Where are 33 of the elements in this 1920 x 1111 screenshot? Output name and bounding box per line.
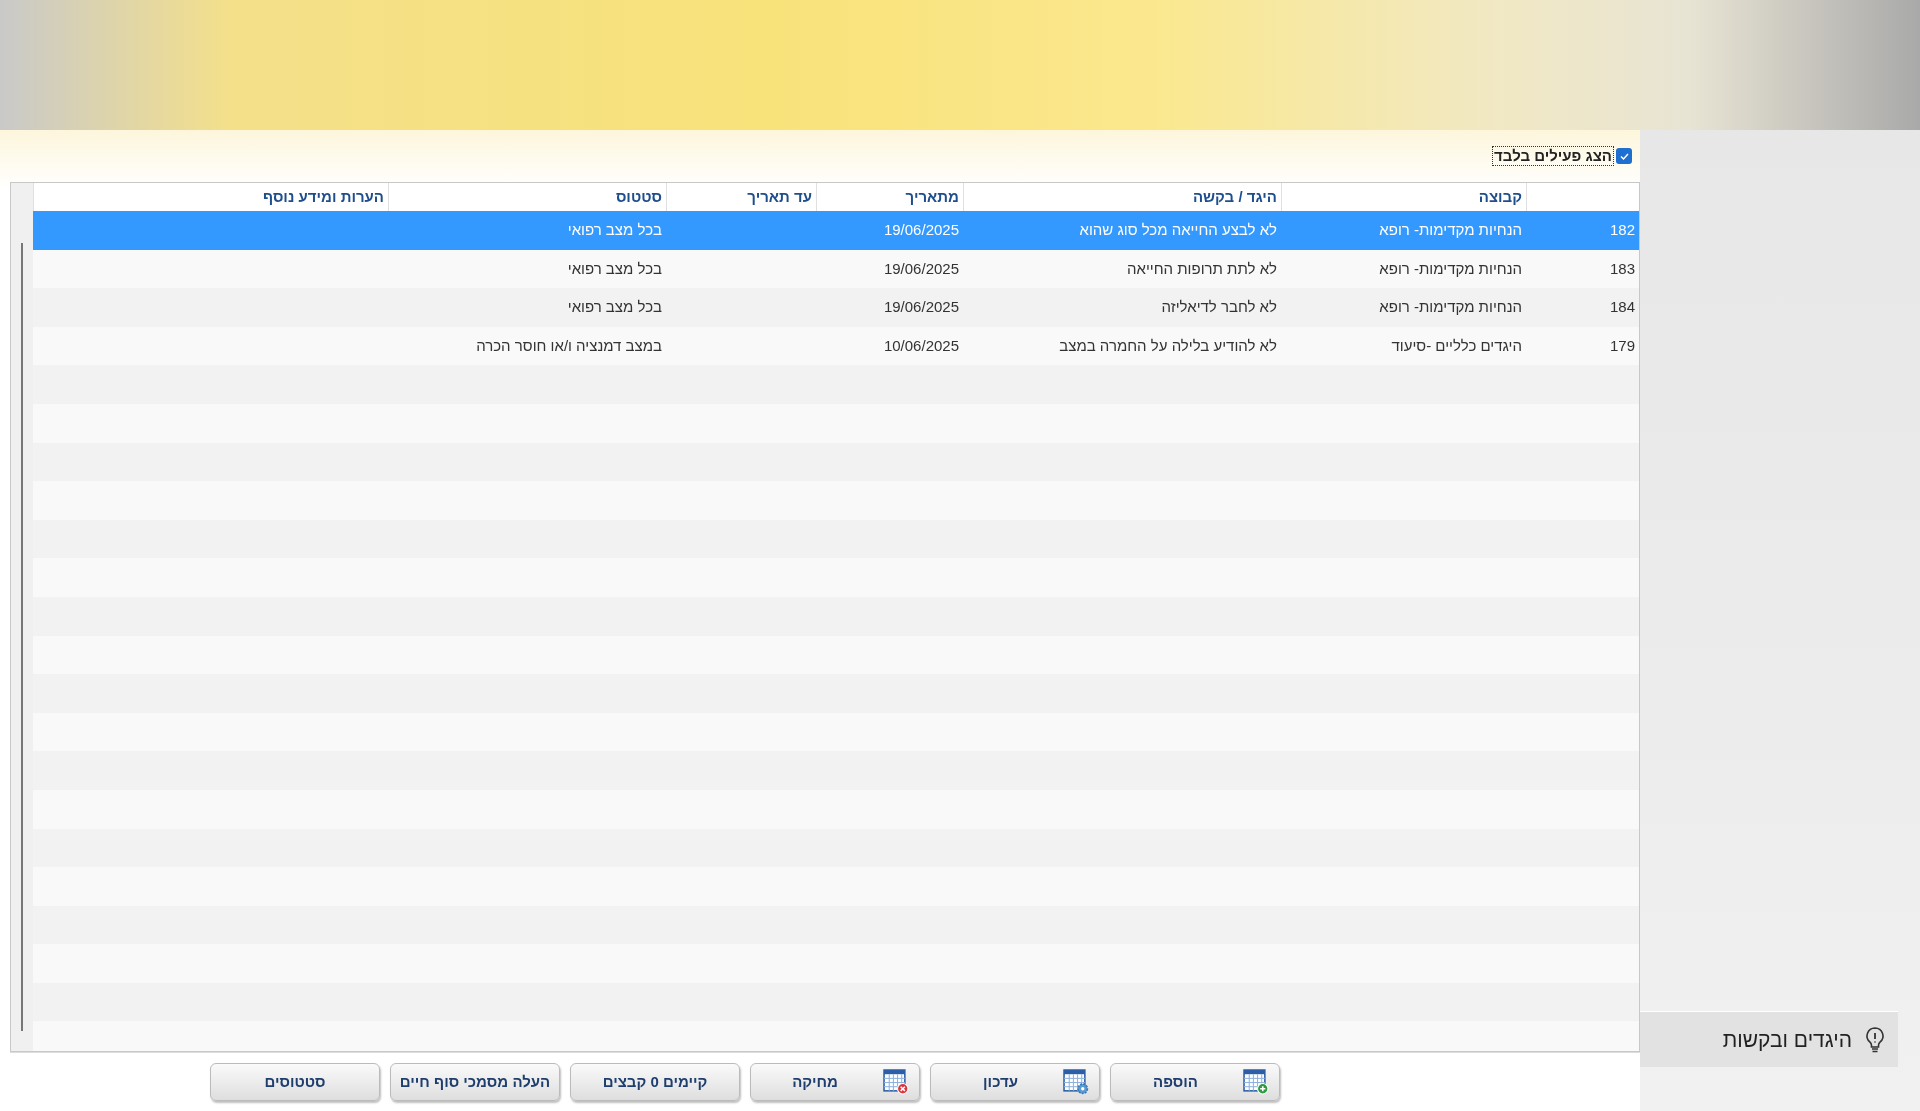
- toolbar-button[interactable]: עדכון: [930, 1063, 1100, 1101]
- table-cell: 182: [1609, 221, 1635, 239]
- table-cell: בכל מצב רפואי: [567, 298, 662, 316]
- table-cell: לא לחבר לדיאליזה: [1161, 298, 1277, 316]
- toolbar-button[interactable]: קיימים 0 קבצים: [570, 1063, 740, 1101]
- table-cell: 10/06/2025: [883, 336, 959, 354]
- lightbulb-icon: [1864, 1025, 1886, 1054]
- table-gear-icon: [1063, 1069, 1089, 1095]
- table-cell: הנחיות מקדימות- רופא: [1379, 298, 1522, 316]
- table-cell: בכל מצב רפואי: [567, 259, 662, 277]
- table-cell: הנחיות מקדימות- רופא: [1379, 221, 1522, 239]
- table-cell: 183: [1609, 259, 1635, 277]
- table-cell: בכל מצב רפואי: [567, 221, 662, 239]
- table-cell: לא לבצע החייאה מכל סוג שהוא: [1079, 221, 1277, 239]
- table-cell: 184: [1609, 298, 1635, 316]
- table-cell: הנחיות מקדימות- רופא: [1379, 259, 1522, 277]
- toolbar-button[interactable]: סטטוסים: [210, 1063, 380, 1101]
- table-cell: 19/06/2025: [883, 221, 959, 239]
- table-add-icon: [1243, 1069, 1269, 1095]
- scrollbar[interactable]: [11, 183, 33, 1051]
- side-menu-item[interactable]: היגדים ובקשות: [1640, 1011, 1898, 1067]
- table-cell: 19/06/2025: [883, 259, 959, 277]
- table-cell: היגדים כלליים -סיעוד: [1391, 336, 1522, 354]
- toolbar-button[interactable]: הוספה: [1110, 1063, 1280, 1101]
- table-cell: לא להודיע בלילה על החמרה במצב: [1059, 336, 1277, 354]
- toolbar-button[interactable]: מחיקה: [750, 1063, 920, 1101]
- table-cell: לא לתת תרופות החייאה: [1126, 259, 1277, 277]
- table-delete-icon: [883, 1069, 909, 1095]
- toolbar-button[interactable]: העלה מסמכי סוף חיים: [390, 1063, 560, 1101]
- table-cell: 179: [1609, 336, 1635, 354]
- table-cell: 19/06/2025: [883, 298, 959, 316]
- table-cell: במצב דמנציה ו/או חוסר הכרה: [476, 336, 662, 354]
- side-menu-label: היגדים ובקשות: [1722, 1026, 1852, 1053]
